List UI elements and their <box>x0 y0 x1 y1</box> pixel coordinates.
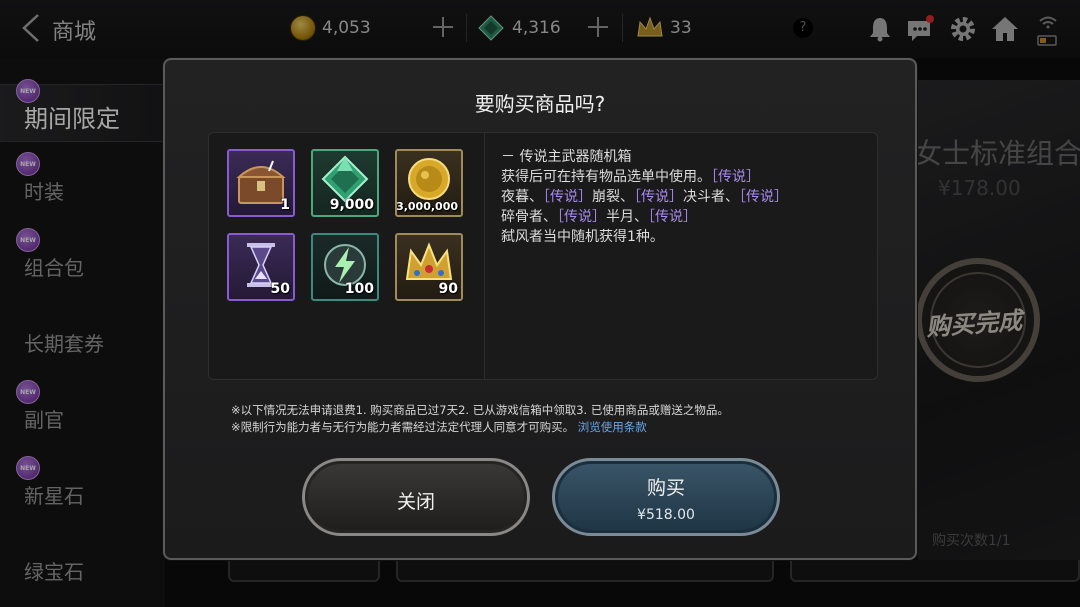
desc-text: 半月、 <box>606 209 648 225</box>
item-name: － 传说主武器随机箱 <box>501 149 632 165</box>
desc-text: 夜暮、 <box>501 189 543 205</box>
item-quantity: 1 <box>280 197 290 213</box>
refund-notice: ※以下情况无法申请退费1. 购买商品已过7天2. 已从游戏信箱中领取3. 已使用… <box>231 402 871 436</box>
notice-line: ※限制行为能力者与无行为能力者需经过法定代理人同意才可购买。 <box>231 420 575 434</box>
legend-tag: ［传说］ <box>648 209 697 225</box>
buy-button-label: 购买 <box>646 477 685 499</box>
desc-text: 决斗者、 <box>683 189 739 205</box>
item-slot[interactable]: 1 <box>227 149 295 217</box>
item-slot[interactable]: 50 <box>227 233 295 301</box>
desc-text: 获得后可在持有物品选单中使用。 <box>501 169 711 185</box>
legend-tag: ［传说］ <box>634 189 683 205</box>
item-panel: 1 9,000 3,000,000 50 100 90 － 传说主武器随机箱 获… <box>208 132 878 380</box>
item-slot[interactable]: 100 <box>311 233 379 301</box>
close-button-label: 关闭 <box>396 491 435 513</box>
terms-link[interactable]: 浏览使用条款 <box>578 420 647 434</box>
desc-text: 崩裂、 <box>592 189 634 205</box>
item-quantity: 9,000 <box>329 197 374 213</box>
item-quantity: 90 <box>438 281 458 297</box>
item-quantity: 100 <box>344 281 374 297</box>
item-description: － 传说主武器随机箱 获得后可在持有物品选单中使用。［传说］ 夜暮、［传说］崩裂… <box>501 147 861 247</box>
legend-tag: ［传说］ <box>557 209 606 225</box>
purchase-dialog: 要购买商品吗? 1 9,000 3,000,000 50 100 90 － 传说… <box>163 58 917 560</box>
dialog-title: 要购买商品吗? <box>474 92 606 116</box>
item-slot[interactable]: 90 <box>395 233 463 301</box>
item-grid: 1 9,000 3,000,000 50 100 90 <box>209 133 485 379</box>
close-button[interactable]: 关闭 <box>302 458 530 536</box>
legend-tag: ［传说］ <box>711 169 760 185</box>
legend-tag: ［传说］ <box>739 189 788 205</box>
desc-text: 碎骨者、 <box>501 209 557 225</box>
buy-price: ¥518.00 <box>637 507 695 523</box>
notice-line: ※以下情况无法申请退费1. 购买商品已过7天2. 已从游戏信箱中领取3. 已使用… <box>231 403 729 417</box>
desc-text: 弑风者当中随机获得1种。 <box>501 229 664 245</box>
buy-button[interactable]: 购买 ¥518.00 <box>552 458 780 536</box>
item-quantity: 50 <box>270 281 290 297</box>
item-slot[interactable]: 9,000 <box>311 149 379 217</box>
item-quantity: 3,000,000 <box>396 200 458 213</box>
legend-tag: ［传说］ <box>543 189 592 205</box>
item-slot[interactable]: 3,000,000 <box>395 149 463 217</box>
